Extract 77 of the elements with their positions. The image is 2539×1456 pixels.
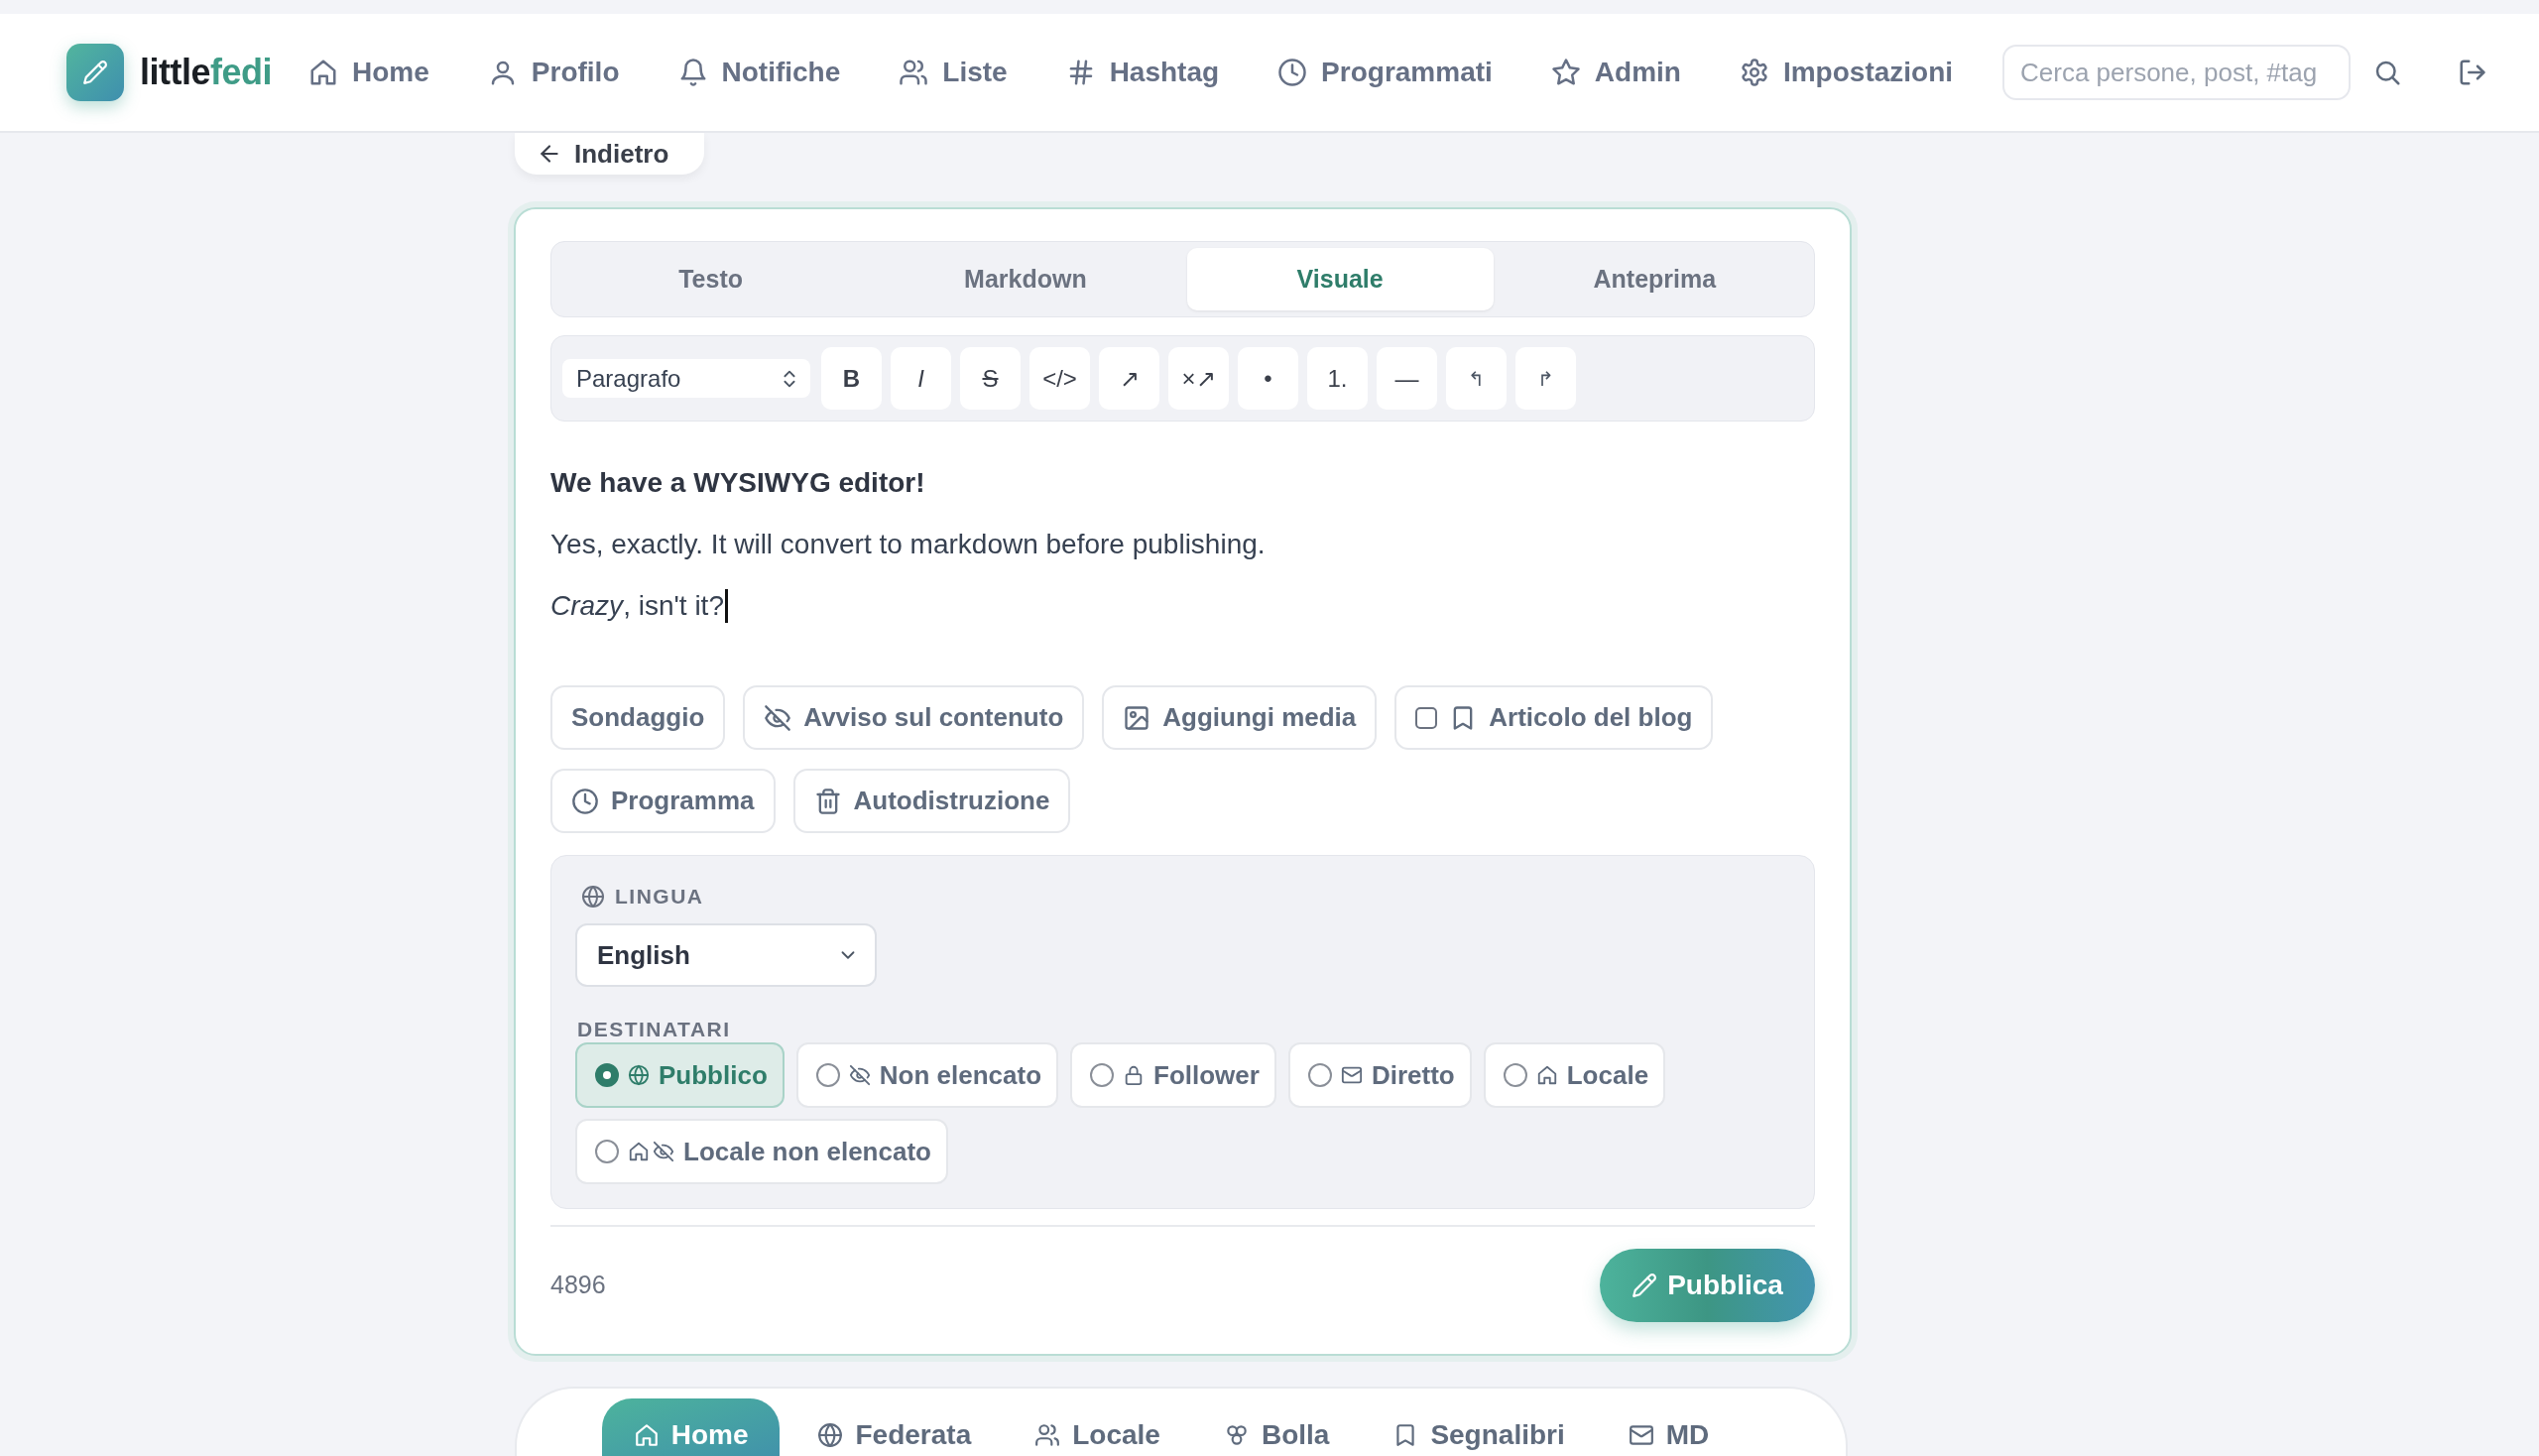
block-format-select[interactable]: Paragrafo [562,359,810,398]
eye-off-icon [848,1064,871,1086]
nav-link[interactable]: Impostazioni [1739,56,1954,89]
eye-off-icon [764,703,792,732]
character-count: 4896 [550,1270,606,1301]
settings-icon [1739,58,1769,87]
clock-icon [1277,58,1308,87]
unlink-button[interactable]: ×↗ [1168,347,1229,410]
nav-link[interactable]: Programmati [1277,56,1493,89]
action-button[interactable]: Avviso sul contenuto [743,685,1085,750]
strikethrough-button[interactable]: S [960,347,1021,410]
publish-button[interactable]: Pubblica [1600,1249,1815,1322]
action-button[interactable]: Aggiungi media [1102,685,1378,750]
home-icon [628,1141,650,1162]
checkbox[interactable] [1415,706,1438,729]
users-icon [1034,1422,1061,1448]
bold-button[interactable]: B [821,347,882,410]
home-icon [1535,1064,1558,1086]
mail-icon [1628,1422,1654,1448]
undo-button[interactable]: ↰ [1446,347,1507,410]
timeline-tab[interactable]: Locale [1009,1398,1186,1456]
editor-paragraph: We have a WYSIWYG editor! [550,466,925,500]
nav-link[interactable]: Liste [899,56,1008,89]
clock-icon [571,787,599,815]
globe-icon [628,1064,650,1086]
tab[interactable]: Anteprima [1501,248,1808,310]
timeline-tab[interactable]: Home [601,1398,781,1456]
visibility-option[interactable]: Non elencato [795,1042,1059,1108]
star-icon [1550,58,1581,87]
bullet-list-button[interactable]: • [1238,347,1298,410]
timeline-tab[interactable]: Segnalibri [1367,1398,1591,1456]
action-button[interactable]: Sondaggio [550,685,726,750]
visibility-option[interactable]: Locale [1483,1042,1666,1108]
search-field[interactable]: Cerca persone, post, #tag [2002,45,2351,100]
logout-icon[interactable] [2458,58,2487,87]
trash-icon [813,787,842,815]
action-button[interactable]: Programma [550,769,776,833]
home-icon [633,1422,660,1448]
pencil-icon [1632,1273,1658,1298]
timeline-tab[interactable]: Federata [791,1398,998,1456]
horizontal-rule-button[interactable]: — [1377,347,1437,410]
action-button[interactable]: Autodistruzione [792,769,1071,833]
logo-icon[interactable] [66,44,124,101]
visibility-option[interactable]: Pubblico [575,1042,785,1108]
visibility-option[interactable]: Locale non elencato [575,1119,948,1184]
globe-icon [817,1422,844,1448]
nav-link[interactable]: Admin [1550,56,1681,89]
mail-icon [1340,1064,1363,1086]
globe-icon [581,885,605,909]
audience-label: DESTINATARI [577,1019,731,1040]
editor-paragraph: Yes, exactly. It will convert to markdown before publishing. [550,528,1266,561]
back-button[interactable]: Indietro [515,133,704,175]
logo-text[interactable]: littlefedi [140,51,273,94]
nav-link[interactable]: Profilo [487,56,620,89]
redo-button[interactable]: ↱ [1515,347,1576,410]
visibility-option[interactable]: Follower [1070,1042,1276,1108]
blog-post-toggle[interactable]: Articolo del blog [1394,685,1714,750]
tab[interactable]: Testo [557,248,865,310]
nav-link[interactable]: Hashtag [1065,56,1220,89]
italic-button[interactable]: I [891,347,951,410]
eye-off-icon [653,1141,674,1162]
language-select[interactable]: English [575,923,877,987]
language-label: LINGUA [615,886,704,908]
link-button[interactable]: ↗ [1099,347,1159,410]
numbered-list-button[interactable]: 1. [1307,347,1368,410]
editor-paragraph: Crazy, isn't it? [550,589,724,623]
nav-link[interactable]: Home [308,56,429,89]
users-icon [899,58,929,87]
home-icon [308,58,339,87]
timeline-tab[interactable]: Bolla [1197,1398,1356,1456]
nav-link[interactable]: Notifiche [677,56,841,89]
visibility-option[interactable]: Diretto [1287,1042,1472,1108]
timeline-tab[interactable]: MD [1602,1398,1736,1456]
code-button[interactable]: </> [1029,347,1090,410]
tab[interactable]: Markdown [872,248,1179,310]
tab[interactable]: Visuale [1186,248,1494,310]
image-icon [1123,703,1151,732]
